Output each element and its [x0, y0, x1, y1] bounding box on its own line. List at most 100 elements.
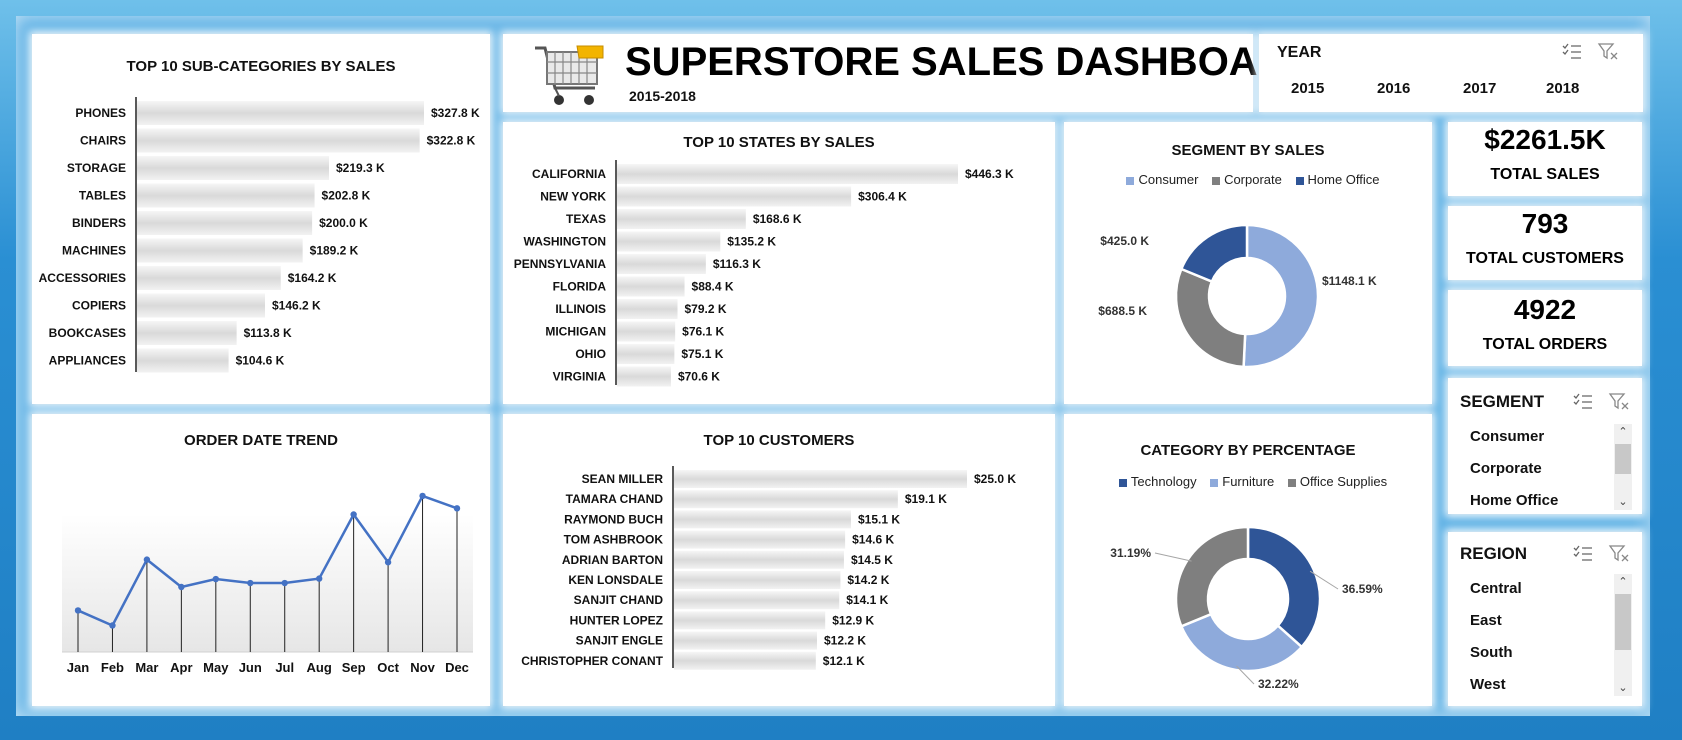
category-label: MICHIGAN [545, 325, 606, 339]
data-label: $15.1 K [858, 512, 900, 526]
multi-select-icon[interactable] [1572, 544, 1594, 562]
clear-filter-icon[interactable] [1597, 42, 1619, 60]
bar [674, 470, 967, 488]
year-item-2018[interactable]: 2018 [1546, 80, 1579, 97]
data-label: $164.2 K [288, 271, 337, 285]
data-label: $189.2 K [310, 244, 359, 258]
data-label: $135.2 K [727, 235, 776, 249]
data-label: $202.8 K [322, 189, 371, 203]
category-label: SEAN MILLER [582, 472, 664, 486]
bar [674, 651, 816, 670]
shopping-cart-icon [535, 45, 604, 105]
chevron-down-icon[interactable]: ⌄ [1614, 494, 1632, 510]
bar [137, 211, 313, 235]
bar [137, 238, 303, 263]
chevron-up-icon[interactable]: ⌃ [1614, 574, 1632, 590]
category-label: CHAIRS [80, 134, 126, 148]
subcategory-bar-chart: PHONES $327.8 K CHAIRS $322.8 K STORAGE $219.… [39, 97, 480, 373]
total-sales-label: TOTAL SALES [1490, 166, 1600, 183]
data-point [143, 556, 151, 563]
multi-select-icon[interactable] [1572, 392, 1594, 410]
category-label: CHRISTOPHER CONANT [521, 654, 663, 668]
x-tick-label: May [203, 660, 229, 675]
data-label: $14.2 K [847, 573, 889, 587]
trend-panel: ORDER DATE TREND Jan Feb Mar Apr May Jun Jul Au… [32, 414, 490, 706]
data-point [350, 511, 357, 518]
category-label: ACCESSORIES [39, 271, 126, 285]
category-donut-chart: 36.59% 32.22% 31.19% [1110, 525, 1383, 691]
data-label: $19.1 K [905, 492, 947, 506]
region-item-west[interactable]: West [1470, 676, 1506, 693]
data-label: $14.6 K [852, 533, 894, 547]
chevron-up-icon[interactable]: ⌃ [1614, 424, 1632, 440]
bar [674, 550, 844, 569]
category-label: SANJIT ENGLE [576, 634, 663, 648]
total-customers-value: 793 [1521, 208, 1569, 239]
data-label: $75.1 K [681, 347, 723, 361]
bar [617, 254, 706, 274]
segment-scrollbar[interactable]: ⌃ ⌄ [1614, 424, 1632, 510]
donut-slice [1242, 223, 1320, 369]
data-label: $14.1 K [846, 593, 888, 607]
category-label: ADRIAN BARTON [562, 553, 663, 567]
category-label: KEN LONSDALE [568, 573, 663, 587]
data-label: $306.4 K [858, 190, 907, 204]
states-bar-chart: CALIFORNIA $446.3 K NEW YORK $306.4 K TEXAS $… [514, 160, 1014, 387]
category-label: BINDERS [72, 216, 126, 230]
states-panel: TOP 10 STATES BY SALES CALIFORNIA $446.3 … [503, 122, 1055, 404]
slice-label: 36.59% [1342, 582, 1383, 596]
x-tick-label: Mar [135, 660, 158, 675]
x-tick-label: Aug [307, 660, 332, 675]
region-item-east[interactable]: East [1470, 612, 1502, 629]
x-tick-label: Dec [445, 660, 469, 675]
category-label: COPIERS [72, 299, 126, 313]
data-label: $113.8 K [244, 326, 292, 340]
data-label: $14.5 K [851, 553, 893, 567]
category-label: TABLES [79, 189, 126, 203]
bar [617, 209, 746, 229]
data-label: $88.4 K [692, 280, 734, 294]
category-label: TEXAS [566, 212, 606, 226]
data-label: $446.3 K [965, 167, 1014, 181]
category-label: VIRGINIA [553, 370, 607, 384]
year-item-2015[interactable]: 2015 [1291, 80, 1324, 97]
bar [617, 321, 676, 342]
region-slicer: REGION Central East South West ⌃ ⌄ [1448, 532, 1642, 706]
region-item-south[interactable]: South [1470, 644, 1513, 661]
data-point [212, 575, 220, 583]
order-trend-line-chart: Jan Feb Mar Apr May Jun Jul Aug Sep Oct Nov Dec [62, 492, 473, 675]
data-label: $12.2 K [824, 634, 866, 648]
clear-filter-icon[interactable] [1608, 544, 1630, 562]
data-label: $104.6 K [236, 354, 285, 368]
kpi-total-orders: 4922 TOTAL ORDERS [1448, 290, 1642, 366]
segment-slicer: SEGMENT Consumer Corporate Home Office ⌃… [1448, 378, 1642, 514]
donut-slice [1174, 525, 1250, 628]
data-label: $25.0 K [974, 472, 1016, 486]
category-label: OHIO [575, 347, 606, 361]
year-slicer: YEAR 2015 2016 2017 2018 [1259, 34, 1643, 112]
bar [617, 231, 721, 252]
bar [137, 266, 281, 290]
bar [617, 299, 678, 319]
data-label: $322.8 K [427, 134, 476, 148]
year-item-2016[interactable]: 2016 [1377, 80, 1410, 97]
region-item-central[interactable]: Central [1470, 580, 1522, 597]
scroll-thumb[interactable] [1615, 444, 1631, 474]
year-item-2017[interactable]: 2017 [1463, 80, 1496, 97]
segment-item-home-office[interactable]: Home Office [1470, 492, 1558, 509]
data-label: $70.6 K [678, 370, 720, 384]
multi-select-icon[interactable] [1561, 42, 1583, 60]
page-subtitle: 2015-2018 [629, 88, 696, 104]
data-label: $200.0 K [319, 216, 368, 230]
scroll-thumb[interactable] [1615, 594, 1631, 650]
chevron-down-icon[interactable]: ⌄ [1614, 680, 1632, 696]
data-point [109, 622, 116, 629]
region-scrollbar[interactable]: ⌃ ⌄ [1614, 574, 1632, 696]
category-label: STORAGE [67, 161, 126, 175]
segment-item-corporate[interactable]: Corporate [1470, 460, 1542, 477]
clear-filter-icon[interactable] [1608, 392, 1630, 410]
segment-item-consumer[interactable]: Consumer [1470, 428, 1544, 445]
bar [137, 293, 266, 318]
bar [617, 186, 852, 207]
data-point [419, 492, 426, 500]
